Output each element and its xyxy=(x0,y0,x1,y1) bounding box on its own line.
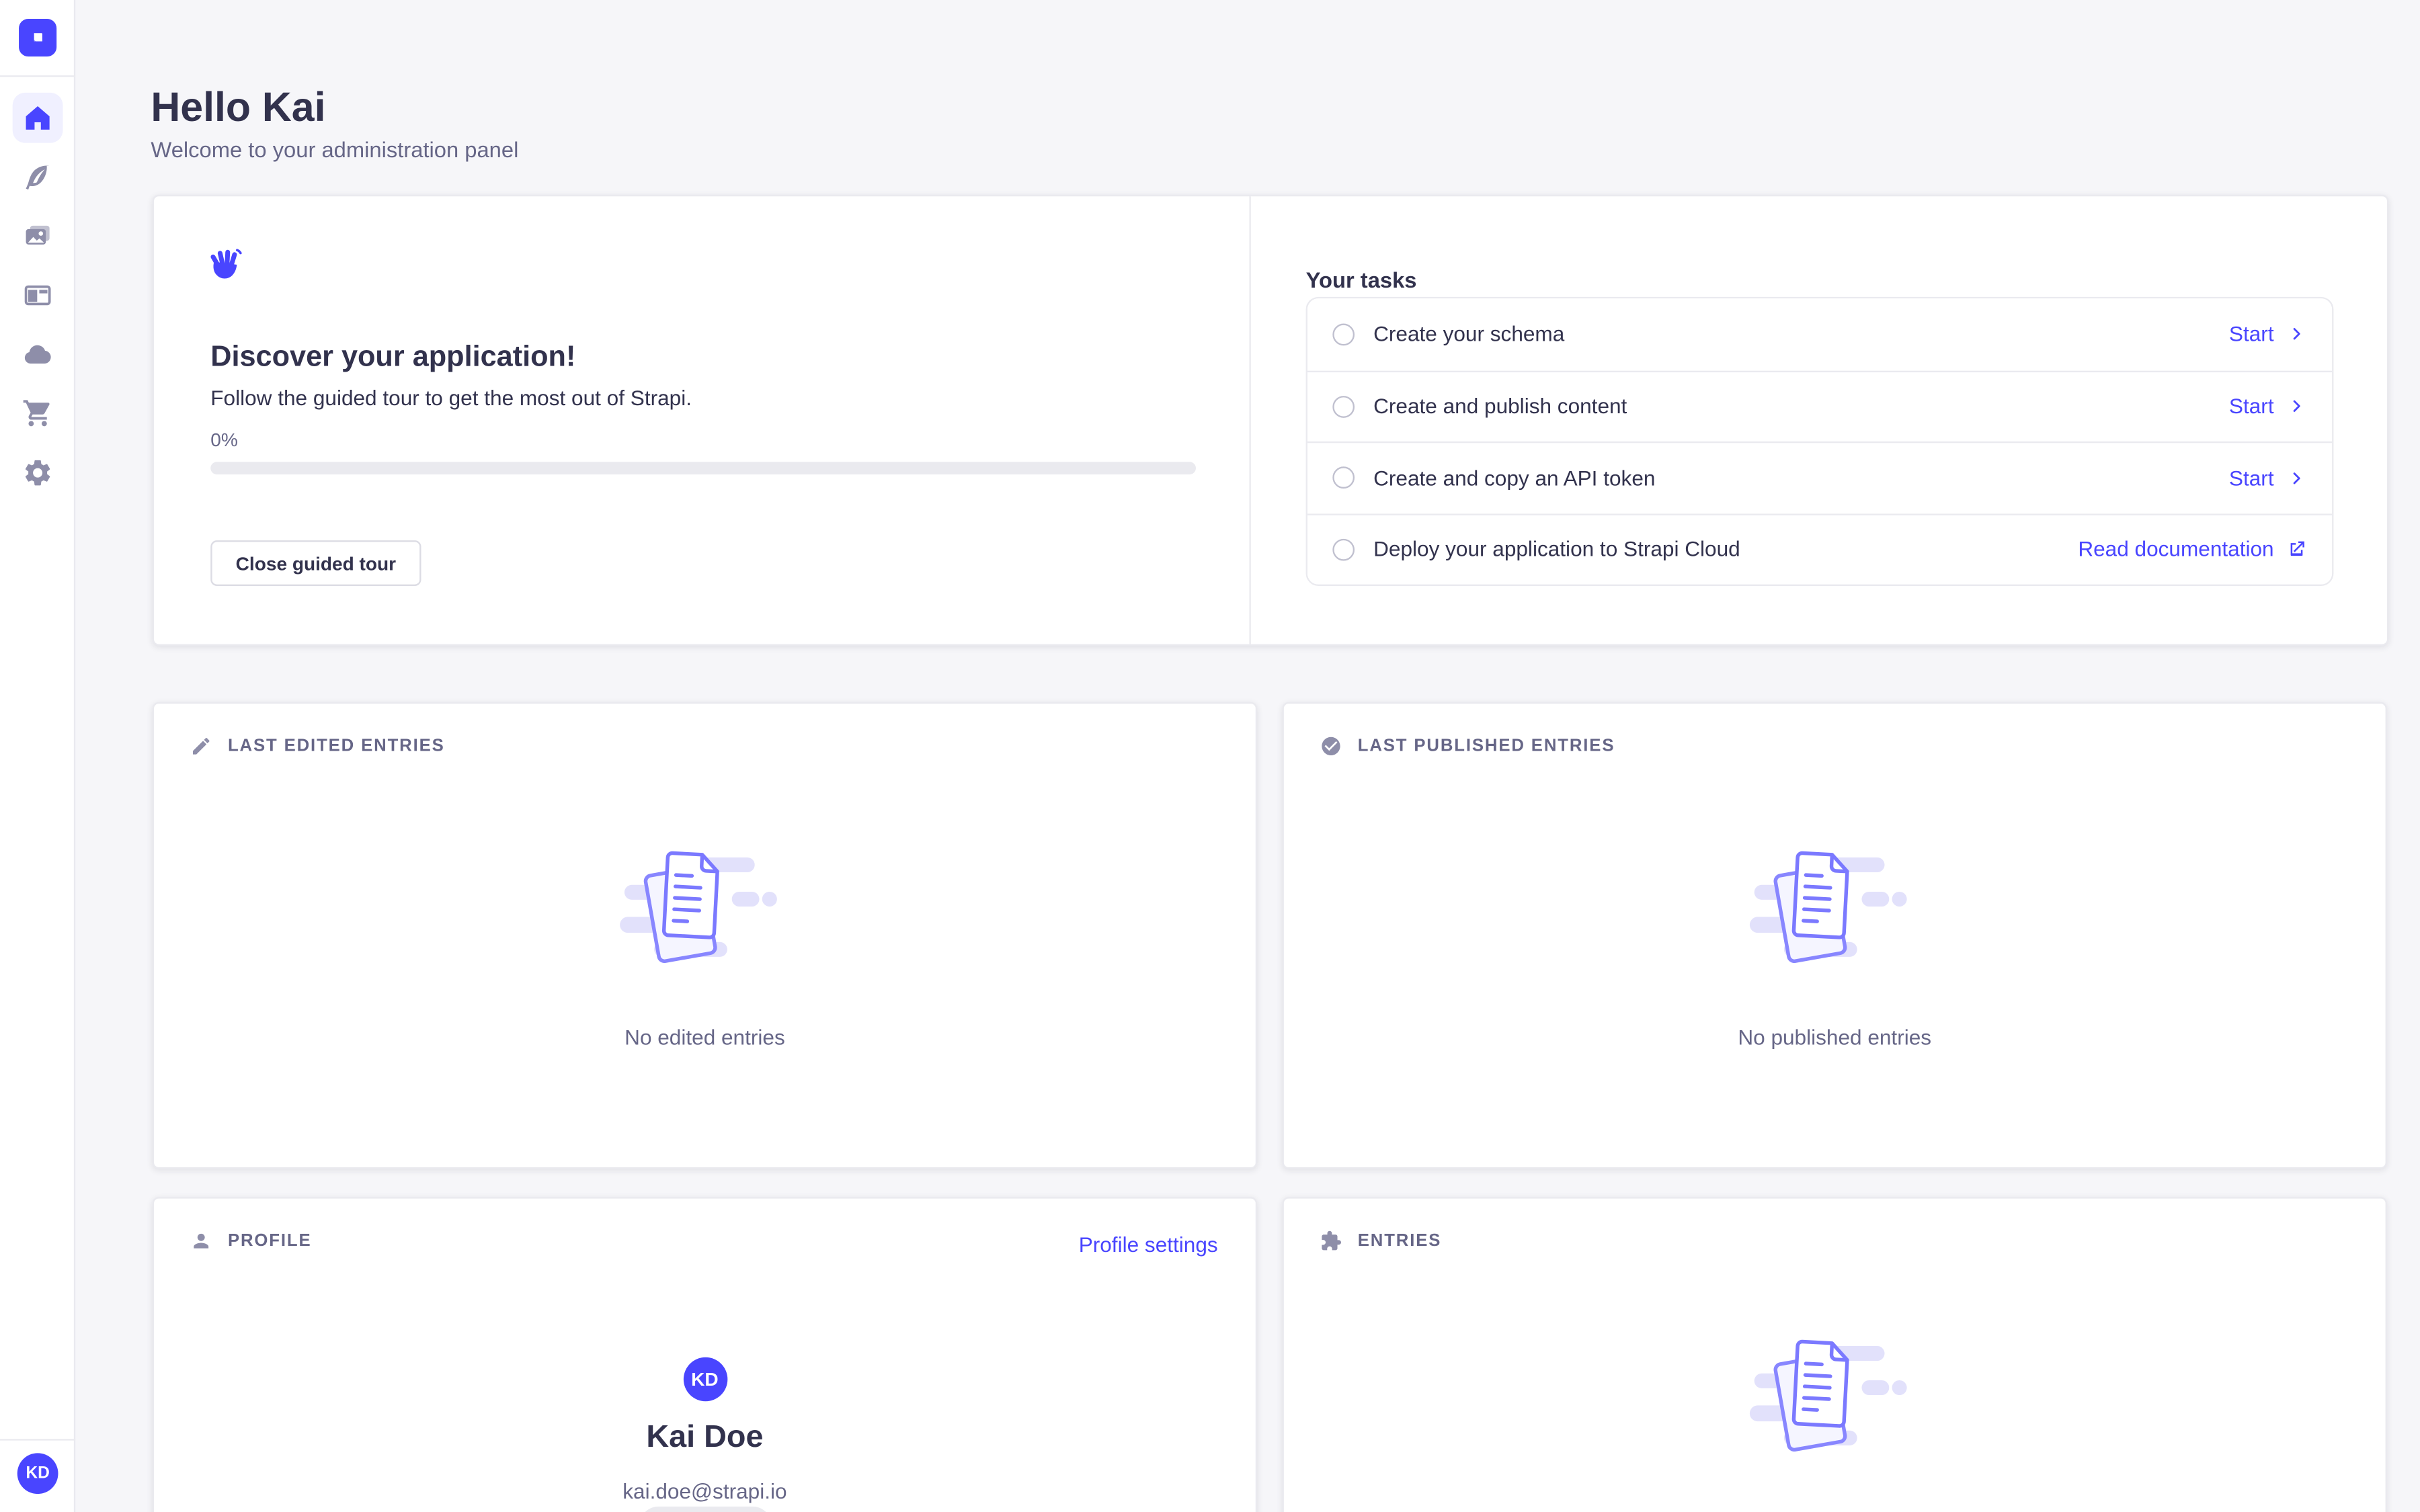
gear-icon xyxy=(22,457,54,489)
check-circle-icon xyxy=(1320,735,1342,757)
sidebar-item-settings[interactable] xyxy=(13,448,63,498)
tasks-title: Your tasks xyxy=(1306,267,1417,292)
cart-icon xyxy=(22,398,54,429)
profile-card: PROFILE Profile settings KD Kai Doe kai.… xyxy=(153,1197,1257,1512)
task-status-circle xyxy=(1332,538,1355,560)
task-status-circle xyxy=(1332,323,1355,345)
task-row-api-token[interactable]: Create and copy an API token Start xyxy=(1307,442,2332,513)
profile-settings-link[interactable]: Profile settings xyxy=(1079,1233,1218,1257)
sidebar-item-content-type-builder[interactable] xyxy=(13,270,63,321)
widget-title: ENTRIES xyxy=(1358,1232,1442,1251)
chevron-right-icon xyxy=(2286,468,2306,488)
last-published-entries-card: LAST PUBLISHED ENTRIES No published entr… xyxy=(1283,702,2387,1169)
task-read-documentation-link[interactable]: Read documentation xyxy=(2078,538,2306,561)
profile-avatar: KD xyxy=(683,1357,727,1401)
task-start-link[interactable]: Start xyxy=(2229,394,2307,418)
strapi-logo[interactable] xyxy=(19,19,56,56)
profile-name: Kai Doe xyxy=(154,1420,1256,1456)
task-status-circle xyxy=(1332,396,1355,418)
task-action-label: Read documentation xyxy=(2078,538,2273,561)
sidebar-divider-bottom xyxy=(0,1439,75,1440)
feather-icon xyxy=(22,161,54,193)
progress-bar xyxy=(210,462,1196,474)
sidebar-divider xyxy=(0,75,75,77)
sidebar-item-content-manager[interactable] xyxy=(13,152,63,202)
page-title: Hello Kai xyxy=(151,84,325,132)
task-start-link[interactable]: Start xyxy=(2229,323,2307,346)
external-link-icon xyxy=(2286,539,2306,559)
widget-header: LAST EDITED ENTRIES xyxy=(190,735,445,757)
sidebar-item-home[interactable] xyxy=(13,93,63,143)
task-list: Create your schema Start Create and publ… xyxy=(1306,297,2334,586)
widget-header: LAST PUBLISHED ENTRIES xyxy=(1320,735,1615,757)
empty-state-text: No published entries xyxy=(1284,1025,2386,1048)
widget-title: LAST EDITED ENTRIES xyxy=(228,737,445,755)
sidebar-item-deploy[interactable] xyxy=(13,329,63,380)
task-label: Create and publish content xyxy=(1373,394,1627,418)
task-label: Create and copy an API token xyxy=(1373,466,1655,490)
home-icon xyxy=(22,102,54,134)
chevron-right-icon xyxy=(2286,324,2306,344)
guided-tour-card: Discover your application! Follow the gu… xyxy=(153,195,2388,646)
empty-state-text: No edited entries xyxy=(154,1025,1256,1048)
chevron-right-icon xyxy=(2286,396,2306,417)
task-row-create-schema[interactable]: Create your schema Start xyxy=(1307,298,2332,370)
sidebar-item-media-library[interactable] xyxy=(13,211,63,261)
user-icon xyxy=(190,1230,212,1252)
empty-documents-illustration xyxy=(608,848,803,974)
last-edited-entries-card: LAST EDITED ENTRIES No edited entries xyxy=(153,702,1257,1169)
task-action-label: Start xyxy=(2229,323,2274,346)
entries-card: ENTRIES No published entries xyxy=(1283,1197,2387,1512)
strapi-admin-dashboard: KD Hello Kai Welcome to your administrat… xyxy=(0,0,2420,1512)
close-guided-tour-button[interactable]: Close guided tour xyxy=(210,540,421,586)
sidebar: KD xyxy=(0,0,75,1512)
role-badge xyxy=(639,1507,770,1512)
guided-tour-subtitle: Follow the guided tour to get the most o… xyxy=(210,386,692,409)
widget-title: LAST PUBLISHED ENTRIES xyxy=(1358,737,1615,755)
profile-email: kai.doe@strapi.io xyxy=(154,1480,1256,1503)
sidebar-item-marketplace[interactable] xyxy=(13,388,63,439)
widget-header: PROFILE xyxy=(190,1230,312,1252)
empty-documents-illustration xyxy=(1737,848,1932,974)
card-divider xyxy=(1249,196,1250,644)
task-row-deploy-cloud[interactable]: Deploy your application to Strapi Cloud … xyxy=(1307,513,2332,584)
widget-title: PROFILE xyxy=(228,1232,312,1251)
puzzle-icon xyxy=(1320,1230,1342,1252)
task-label: Create your schema xyxy=(1373,323,1564,346)
strapi-logo-icon xyxy=(27,27,49,49)
media-icon xyxy=(22,220,54,252)
empty-documents-illustration xyxy=(1737,1337,1932,1462)
task-label: Deploy your application to Strapi Cloud xyxy=(1373,538,1740,561)
wave-hand-icon xyxy=(208,245,245,283)
cloud-icon xyxy=(22,339,54,370)
task-action-label: Start xyxy=(2229,394,2274,418)
task-action-label: Start xyxy=(2229,466,2274,490)
task-start-link[interactable]: Start xyxy=(2229,466,2307,490)
sidebar-user-avatar[interactable]: KD xyxy=(17,1453,58,1494)
guided-tour-title: Discover your application! xyxy=(210,340,575,374)
widget-header: ENTRIES xyxy=(1320,1230,1442,1252)
progress-percent-label: 0% xyxy=(210,429,238,451)
layout-icon xyxy=(22,280,54,311)
task-row-publish-content[interactable]: Create and publish content Start xyxy=(1307,370,2332,442)
pencil-icon xyxy=(190,735,212,757)
task-status-circle xyxy=(1332,467,1355,489)
page-subtitle: Welcome to your administration panel xyxy=(151,136,518,161)
